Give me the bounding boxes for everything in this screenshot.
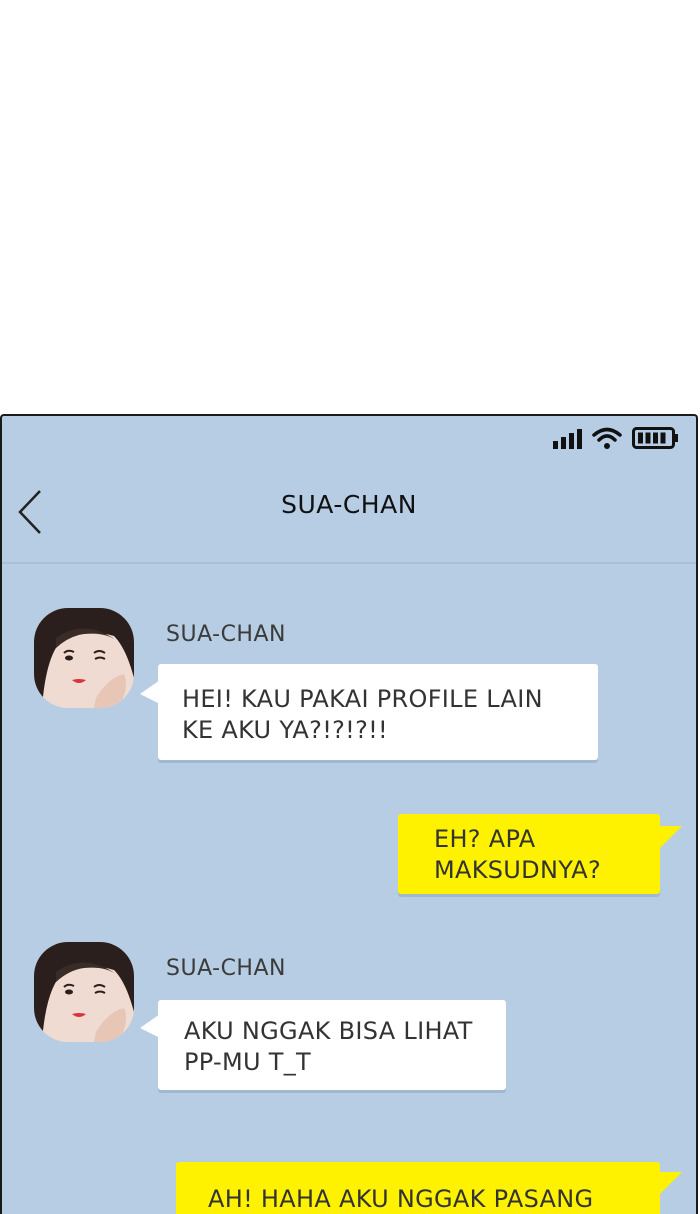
message-bubble-outgoing[interactable]: EH? APA MAKSUDNYA?: [398, 814, 660, 894]
sender-name: SUA-CHAN: [166, 622, 286, 647]
wifi-icon: [592, 427, 622, 449]
message-bubble-incoming[interactable]: HEI! KAU PAKAI PROFILE LAIN KE AKU YA?!?…: [158, 664, 598, 760]
bubble-tail: [658, 1172, 682, 1196]
message-line: HEI! KAU PAKAI PROFILE LAIN: [182, 685, 543, 713]
message-line: PP-MU T_T: [184, 1048, 312, 1076]
message-line: AKU NGGAK BISA LIHAT: [184, 1017, 473, 1045]
message-line: KE AKU YA?!?!?!!: [182, 716, 388, 744]
avatar[interactable]: [34, 942, 134, 1042]
battery-icon: [632, 427, 680, 449]
message-line: AH! HAHA AKU NGGAK PASANG: [208, 1185, 594, 1213]
bubble-tail: [140, 1014, 160, 1038]
signal-icon: [553, 427, 582, 449]
bubble-tail: [658, 826, 682, 850]
message-bubble-incoming[interactable]: AKU NGGAK BISA LIHAT PP-MU T_T: [158, 1000, 506, 1090]
status-bar: [553, 424, 680, 452]
bubble-tail: [140, 680, 160, 704]
message-line: MAKSUDNYA?: [434, 856, 602, 884]
sender-name: SUA-CHAN: [166, 956, 286, 981]
chat-screen: SUA-CHAN SUA-CHAN HEI! KAU PAKAI PROFILE…: [0, 414, 698, 1214]
chat-header: SUA-CHAN: [2, 462, 696, 564]
page-title: SUA-CHAN: [281, 490, 417, 519]
message-line: EH? APA: [434, 825, 536, 853]
message-bubble-outgoing[interactable]: AH! HAHA AKU NGGAK PASANG: [176, 1162, 660, 1214]
avatar[interactable]: [34, 608, 134, 708]
